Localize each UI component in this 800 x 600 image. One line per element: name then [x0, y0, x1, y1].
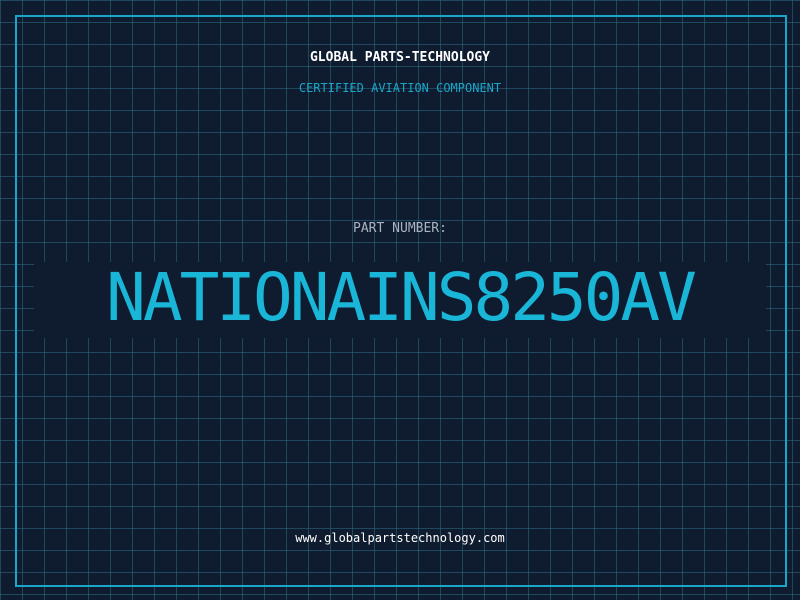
part-number-value: NATIONAINS8250AV	[106, 259, 697, 336]
part-number-label: PART NUMBER:	[353, 221, 447, 236]
website-url: www.globalpartstechnology.com	[295, 531, 505, 545]
tagline: CERTIFIED AVIATION COMPONENT	[298, 81, 502, 95]
company-title: GLOBAL PARTS-TECHNOLOGY	[309, 50, 490, 65]
